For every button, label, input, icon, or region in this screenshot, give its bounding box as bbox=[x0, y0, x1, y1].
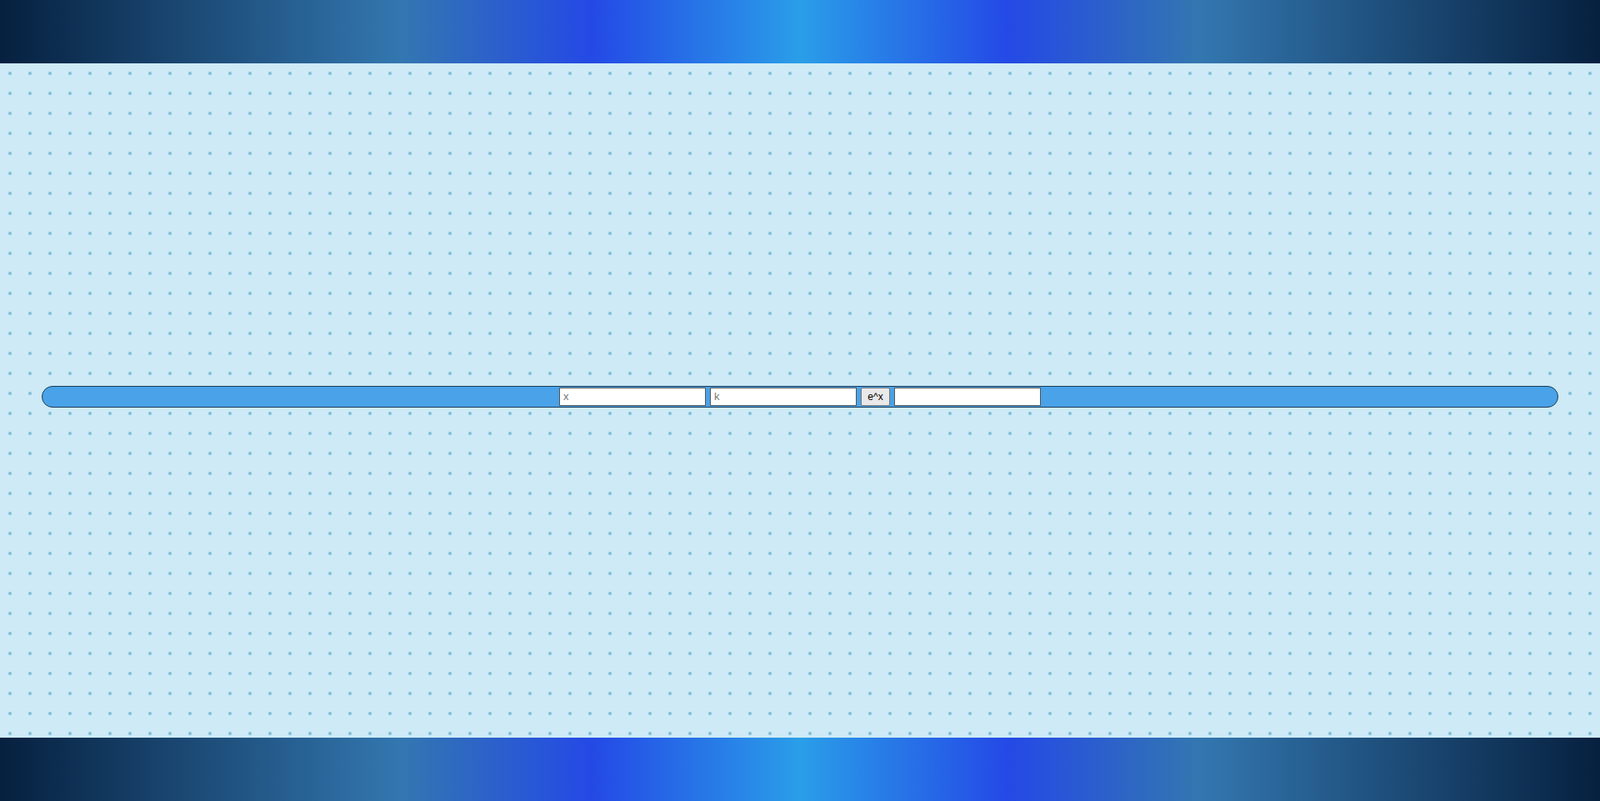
k-input[interactable] bbox=[710, 387, 857, 406]
result-output[interactable] bbox=[894, 387, 1041, 406]
exp-button[interactable]: e^x bbox=[860, 387, 890, 406]
x-input[interactable] bbox=[559, 387, 706, 406]
toolbar: e^x bbox=[41, 385, 1559, 408]
content-area: e^x bbox=[0, 63, 1600, 738]
bottom-banner bbox=[0, 737, 1600, 801]
top-banner bbox=[0, 0, 1600, 64]
